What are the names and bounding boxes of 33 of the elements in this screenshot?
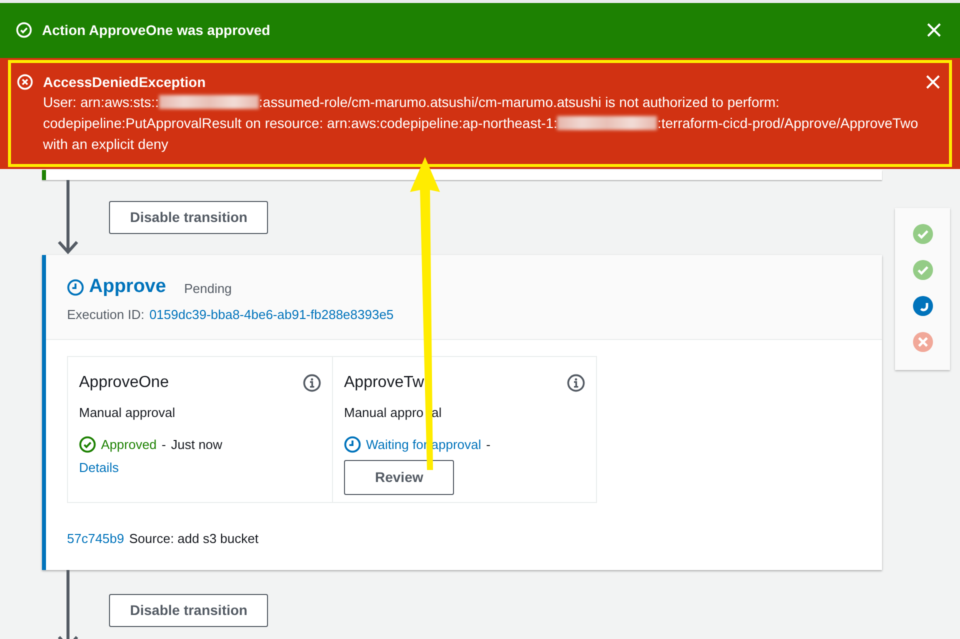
banner-title: AccessDeniedException xyxy=(43,73,207,92)
action-type: Manual approval xyxy=(79,404,176,422)
execution-id-link[interactable]: 0159dc39-bba8-4be6-ab91-fb288e8393e5 xyxy=(149,305,394,324)
action-status: Waiting for approval xyxy=(366,436,482,454)
check-circle-icon xyxy=(16,22,32,38)
close-icon xyxy=(927,23,941,37)
separator-text: - xyxy=(486,436,490,454)
action-name: ApproveTw xyxy=(344,372,424,392)
details-link[interactable]: Details xyxy=(79,458,119,478)
separator-text: - xyxy=(162,436,166,454)
review-button[interactable]: Review xyxy=(344,460,454,494)
banner-title: Action ApproveOne was approved xyxy=(42,21,270,40)
action-time: Just now xyxy=(171,436,222,454)
stage-title: Approve xyxy=(89,275,166,299)
stage-status: Pending xyxy=(184,280,232,298)
commit-link[interactable]: 57c745b9 xyxy=(67,528,124,548)
check-circle-icon xyxy=(79,436,96,454)
info-icon[interactable] xyxy=(303,374,321,392)
action-status: Approved xyxy=(101,436,157,454)
disable-transition-button[interactable]: Disable transition xyxy=(109,201,268,234)
in-progress-icon[interactable] xyxy=(912,295,934,317)
execution-id-label: Execution ID: xyxy=(67,306,144,324)
error-message: User: arn:aws:sts:: :assumed-role/cm-marumo.atsushi/cm-marumo.atsushi is not authorized to perform: codepipeline:PutApprovalResult on resource: arn:aws:codepipeline:ap-northeast-1: :terraform-cicd-prod/Approve/ApproveTwo with an explicit deny xyxy=(43,93,920,154)
info-icon[interactable] xyxy=(567,374,585,392)
disable-transition-button[interactable]: Disable transition xyxy=(109,594,268,626)
clock-icon xyxy=(344,436,361,454)
close-icon xyxy=(926,75,940,89)
clock-icon xyxy=(67,278,84,296)
commit-message: Source: add s3 bucket xyxy=(129,530,258,548)
error-icon xyxy=(17,74,33,90)
action-name: ApproveOne xyxy=(79,372,169,392)
action-type: Manual appro xyxy=(344,404,424,422)
transition-arrow xyxy=(55,570,81,639)
